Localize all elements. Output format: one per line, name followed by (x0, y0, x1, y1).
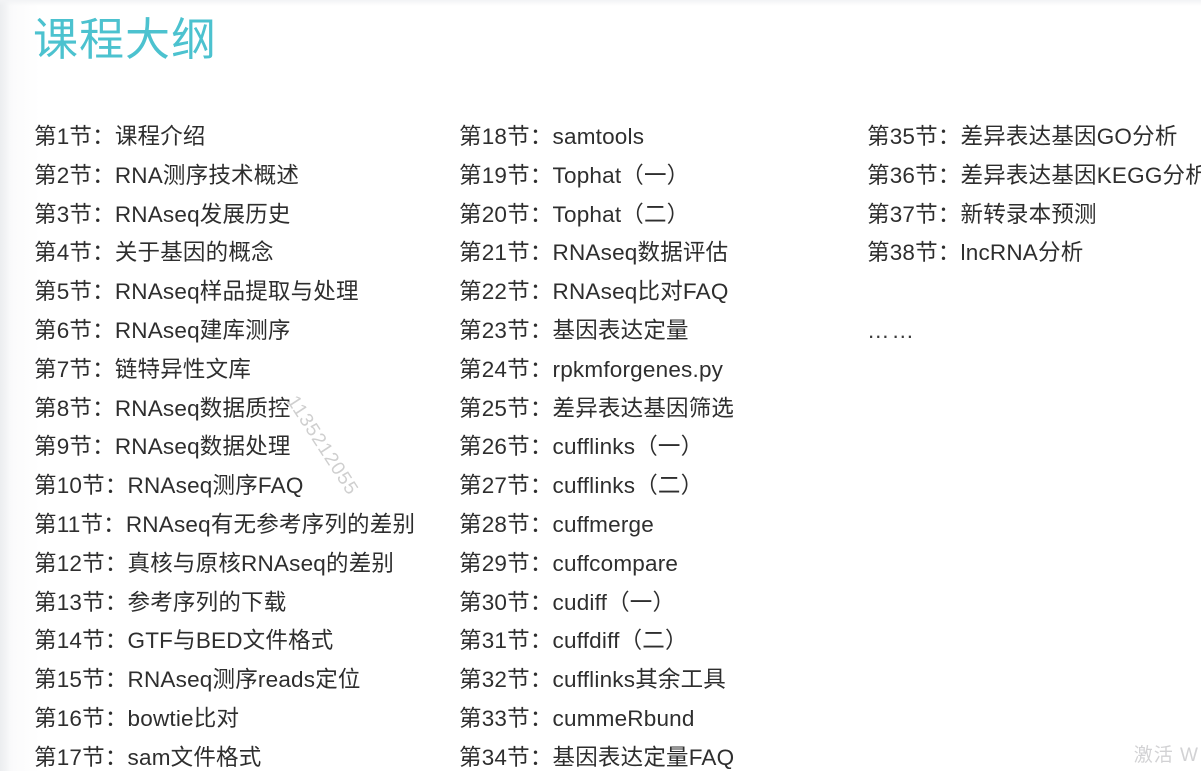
lesson-item[interactable]: 第7节：链特异性文库 (34, 351, 454, 390)
outline-column-2: 第18节：samtools 第19节：Tophat（一） 第20节：Tophat（二… (459, 118, 859, 771)
lesson-item[interactable]: 第10节：RNAseq测序FAQ (34, 467, 454, 506)
lesson-item[interactable]: 第36节：差异表达基因KEGG分析 (867, 157, 1201, 196)
lesson-item[interactable]: 第2节：RNA测序技术概述 (34, 157, 454, 196)
windows-activation-watermark: 激活 W (1133, 745, 1199, 766)
lesson-item[interactable]: …… (867, 312, 1197, 351)
lesson-item[interactable]: 第32节：cufflinks其余工具 (459, 661, 859, 700)
outline-column-3: 第35节：差异表达基因GO分析 第36节：差异表达基因KEGG分析 第37节：新转录… (867, 118, 1201, 351)
left-edge-shading (0, 0, 10, 771)
lesson-item[interactable]: 第25节：差异表达基因筛选 (459, 390, 859, 429)
lesson-item[interactable]: 第21节：RNAseq数据评估 (459, 234, 859, 273)
lesson-item[interactable]: 第20节：Tophat（二） (459, 196, 859, 235)
lesson-item[interactable]: 第24节：rpkmforgenes.py (459, 351, 859, 390)
lesson-item[interactable]: 第28节：cuffmerge (459, 506, 859, 545)
lesson-item[interactable]: 第4节：关于基因的概念 (34, 234, 454, 273)
lesson-item[interactable]: 第37节：新转录本预测 (867, 196, 1197, 235)
lesson-item[interactable]: 第26节：cufflinks（一） (459, 428, 859, 467)
lesson-item[interactable]: 第3节：RNAseq发展历史 (34, 196, 454, 235)
lesson-item[interactable]: 第19节：Tophat（一） (459, 157, 859, 196)
lesson-item[interactable]: 第17节：sam文件格式 (34, 739, 454, 771)
lesson-item[interactable]: 第14节：GTF与BED文件格式 (34, 622, 454, 661)
lesson-item[interactable]: 第13节：参考序列的下载 (34, 584, 454, 623)
lesson-item[interactable]: 第23节：基因表达定量 (459, 312, 859, 351)
lesson-item[interactable]: 第6节：RNAseq建库测序 (34, 312, 454, 351)
lesson-item[interactable]: 第29节：cuffcompare (459, 545, 859, 584)
lesson-item[interactable]: 第18节：samtools (459, 118, 859, 157)
page-title: 课程大纲 (33, 14, 218, 65)
lesson-item[interactable]: 第9节：RNAseq数据处理 (34, 428, 454, 467)
lesson-item[interactable]: 第15节：RNAseq测序reads定位 (34, 661, 454, 700)
slide-canvas: 课程大纲 第1节：课程介绍 第2节：RNA测序技术概述 第3节：RNAseq发展历史… (0, 0, 1201, 771)
lesson-item[interactable]: 第1节：课程介绍 (34, 118, 454, 157)
lesson-item[interactable]: 第38节：lncRNA分析 (867, 234, 1197, 273)
lesson-item[interactable]: 第5节：RNAseq样品提取与处理 (34, 273, 454, 312)
lesson-item[interactable]: 第33节：cummeRbund (459, 700, 859, 739)
outline-spacer (867, 273, 1197, 312)
outline-column-1: 第1节：课程介绍 第2节：RNA测序技术概述 第3节：RNAseq发展历史 第4节：关… (34, 118, 454, 771)
lesson-item[interactable]: 第31节：cuffdiff（二） (459, 622, 859, 661)
lesson-item[interactable]: 第27节：cufflinks（二） (459, 467, 859, 506)
lesson-item[interactable]: 第8节：RNAseq数据质控 (34, 390, 454, 429)
top-edge-shading (0, 0, 1201, 6)
lesson-item[interactable]: 第35节：差异表达基因GO分析 (867, 118, 1197, 157)
lesson-item[interactable]: 第16节：bowtie比对 (34, 700, 454, 739)
lesson-item[interactable]: 第30节：cudiff（一） (459, 584, 859, 623)
lesson-item[interactable]: 第12节：真核与原核RNAseq的差别 (34, 545, 454, 584)
lesson-item[interactable]: 第22节：RNAseq比对FAQ (459, 273, 859, 312)
lesson-item[interactable]: 第34节：基因表达定量FAQ (459, 739, 859, 771)
lesson-item[interactable]: 第11节：RNAseq有无参考序列的差别 (34, 506, 454, 545)
